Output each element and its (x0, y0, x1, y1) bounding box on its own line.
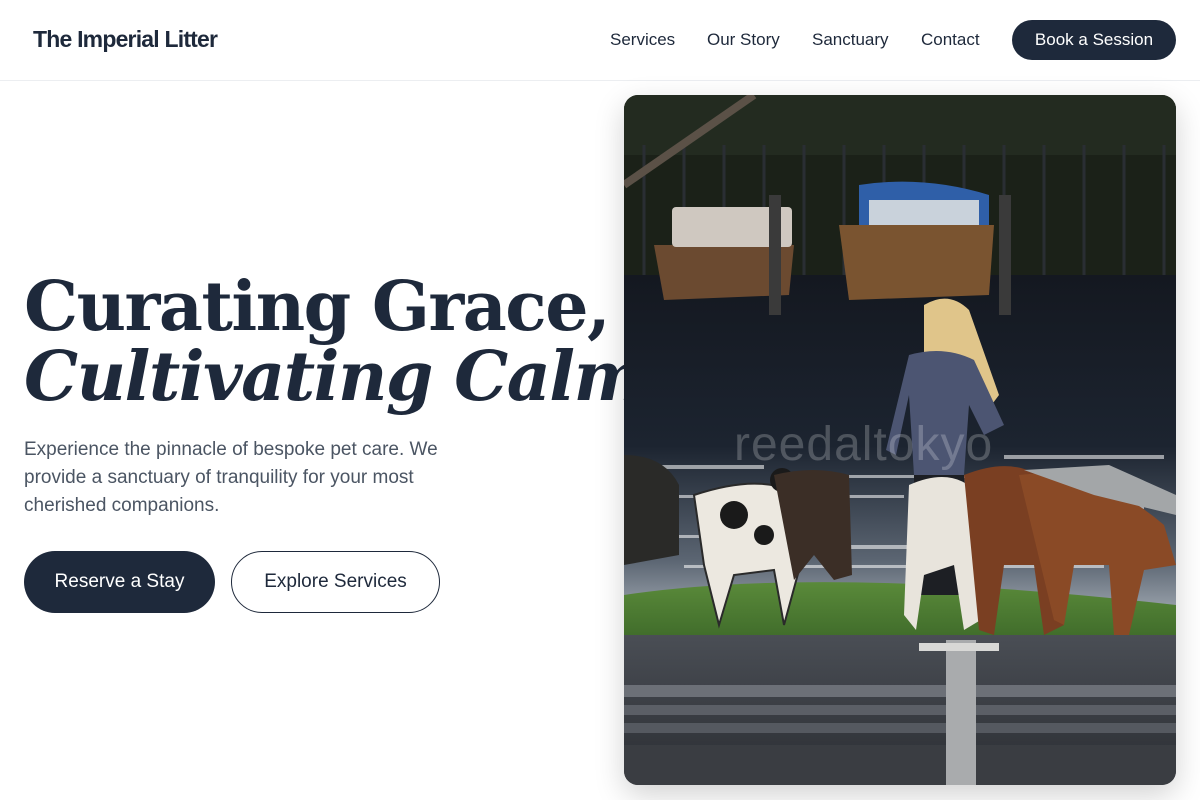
nav-link-contact[interactable]: Contact (921, 30, 980, 50)
hero-title-line1: Curating Grace, (24, 267, 611, 347)
site-header: The Imperial Litter Services Our Story S… (0, 0, 1200, 81)
nav-link-our-story[interactable]: Our Story (707, 30, 780, 50)
hero-description: Experience the pinnacle of bespoke pet c… (24, 439, 438, 516)
image-watermark: reedaltokyo (734, 418, 994, 471)
book-session-button[interactable]: Book a Session (1012, 20, 1176, 60)
explore-services-button[interactable]: Explore Services (231, 551, 440, 613)
hero-title: Curating Grace, Cultivating Calm. (24, 267, 668, 417)
reserve-stay-button[interactable]: Reserve a Stay (24, 551, 215, 613)
hero-image: reedaltokyo (624, 95, 1176, 785)
nav-link-services[interactable]: Services (610, 30, 675, 50)
nav-link-sanctuary[interactable]: Sanctuary (812, 30, 889, 50)
hero-title-line2: Cultivating Calm. (24, 337, 668, 417)
